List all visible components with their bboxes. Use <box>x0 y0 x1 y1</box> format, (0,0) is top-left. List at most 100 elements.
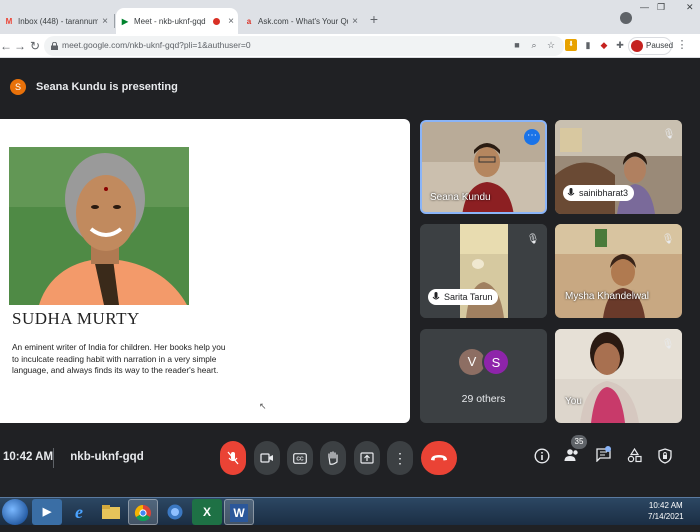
system-clock[interactable]: 10:42 AM 7/14/2021 <box>648 500 684 522</box>
more-options-button[interactable]: ⋯ <box>524 129 540 145</box>
activities-shapes-icon <box>627 447 642 463</box>
profile-avatar <box>631 40 643 52</box>
internet-explorer-icon[interactable]: e <box>64 499 94 525</box>
hang-up-icon <box>431 455 447 461</box>
presenting-banner: S Seana Kundu is presenting <box>0 72 700 106</box>
others-avatar: S <box>482 348 510 376</box>
mic-off-icon: 🎙︎ <box>661 339 675 350</box>
presentation-slide: SUDHA MURTY An eminent writer of India f… <box>0 119 410 423</box>
mouse-cursor-icon: ↖ <box>259 401 267 411</box>
meeting-time: 10:42 AM <box>3 451 54 463</box>
tab-search-icon[interactable] <box>620 12 632 24</box>
zoom-icon[interactable]: ⌕ <box>528 39 540 51</box>
tab-meet[interactable]: ▶ Meet - nkb-uknf-gqd × <box>116 8 238 34</box>
profile-paused-button[interactable]: Paused <box>628 37 674 55</box>
mic-off-icon: 🎙︎ <box>661 234 675 245</box>
reload-icon[interactable]: ↻ <box>30 38 40 54</box>
address-bar[interactable]: meet.google.com/nkb-uknf-gqd?pli=1&authu… <box>44 36 564 56</box>
clock-date: 7/14/2021 <box>648 512 684 521</box>
meeting-time-and-code: 10:42 AM nkb-uknf-gqd <box>3 451 144 463</box>
start-button[interactable] <box>2 499 28 525</box>
present-now-button[interactable] <box>354 441 380 475</box>
participant-name: Mysha Khandelwal <box>565 291 649 302</box>
clock-time: 10:42 AM <box>648 501 683 510</box>
browser-tab-strip: M Inbox (448) - tarannum@theindi × ▶ Mee… <box>0 0 700 34</box>
extension-red-icon[interactable]: ◆ <box>598 39 610 51</box>
gmail-icon: M <box>5 16 13 26</box>
more-options-button[interactable]: ⋮ <box>387 441 413 475</box>
tab-ask[interactable]: a Ask.com - What's Your Question × <box>240 8 362 34</box>
activities-button[interactable] <box>624 447 644 468</box>
meeting-code: nkb-uknf-gqd <box>70 451 144 463</box>
mic-icon <box>432 292 440 300</box>
file-explorer-icon[interactable] <box>96 499 126 525</box>
participant-name: Seana Kundu <box>430 192 491 203</box>
participant-tile-sarita[interactable]: 🎙︎ Sarita Tarun <box>420 224 547 318</box>
slide-title: SUDHA MURTY <box>12 309 140 328</box>
camera-icon <box>260 453 273 463</box>
leave-call-button[interactable] <box>421 441 457 475</box>
mic-toggle-button[interactable] <box>220 441 246 475</box>
others-count-label: 29 others <box>461 393 506 405</box>
more-vert-icon: ⋮ <box>393 450 407 466</box>
divider <box>53 448 54 468</box>
mic-icon <box>567 188 575 196</box>
close-icon[interactable]: × <box>98 16 112 27</box>
host-controls-button[interactable] <box>655 448 675 468</box>
participant-name: sainibharat3 <box>579 188 629 198</box>
word-icon[interactable]: W <box>224 499 254 525</box>
ask-icon: a <box>246 16 252 26</box>
app-globe-icon[interactable] <box>160 499 190 525</box>
chat-notification-dot <box>605 446 611 452</box>
close-icon[interactable]: × <box>348 16 362 27</box>
meeting-details-button[interactable] <box>532 448 552 468</box>
bookmark-star-icon[interactable]: ☆ <box>545 39 557 51</box>
tab-title: Ask.com - What's Your Question <box>258 16 348 26</box>
puzzle-extensions-icon[interactable]: ✚ <box>614 39 626 51</box>
tab-gmail[interactable]: M Inbox (448) - tarannum@theindi × <box>0 8 112 34</box>
presenting-label: Seana Kundu is presenting <box>36 81 178 93</box>
minimize-icon[interactable]: — <box>640 2 649 12</box>
participant-tile-others[interactable]: V S 29 others <box>420 329 547 423</box>
tab-title: Meet - nkb-uknf-gqd <box>134 16 206 26</box>
tab-divider <box>114 14 115 28</box>
closed-captions-icon: CC <box>293 452 307 464</box>
camera-toggle-button[interactable] <box>254 441 280 475</box>
close-icon[interactable]: × <box>224 16 238 27</box>
browser-toolbar: ← → ↻ meet.google.com/nkb-uknf-gqd?pli=1… <box>0 34 700 58</box>
camera-in-use-icon[interactable]: ■ <box>511 39 523 51</box>
people-icon <box>564 449 578 461</box>
mic-off-icon: 🎙︎ <box>662 129 676 140</box>
new-tab-button[interactable]: + <box>366 11 382 27</box>
close-window-icon[interactable]: ✕ <box>686 2 694 13</box>
windows-taskbar: ▶ e X W 10:42 AM 7/14/2021 <box>0 497 700 525</box>
excel-icon[interactable]: X <box>192 499 222 525</box>
people-button[interactable] <box>562 448 582 468</box>
meet-icon: ▶ <box>121 16 129 26</box>
participant-tile-sainibharat[interactable]: 🎙︎ sainibharat3 <box>555 120 682 214</box>
svg-text:CC: CC <box>296 456 304 462</box>
lock-icon <box>51 42 58 50</box>
participant-name-chip: sainibharat3 <box>563 185 635 201</box>
extension-icon[interactable]: ▮ <box>582 39 594 51</box>
restore-icon[interactable]: ❐ <box>657 2 665 13</box>
chrome-icon[interactable] <box>128 499 158 525</box>
participant-tile-mysha[interactable]: 🎙︎ Mysha Khandelwal <box>555 224 682 318</box>
url-text: meet.google.com/nkb-uknf-gqd?pli=1&authu… <box>62 40 251 50</box>
captions-button[interactable]: CC <box>287 441 313 475</box>
hand-icon <box>328 451 338 465</box>
participant-name: Sarita Tarun <box>444 292 493 302</box>
participant-tile-seana[interactable]: ⋯ Seana Kundu <box>420 120 547 214</box>
profile-status-label: Paused <box>646 41 674 50</box>
menu-kebab-icon[interactable]: ⋮ <box>676 39 688 51</box>
raise-hand-button[interactable] <box>320 441 346 475</box>
tab-title: Inbox (448) - tarannum@theindi <box>18 16 98 26</box>
extension-download-icon[interactable]: ⬇ <box>565 39 577 51</box>
back-icon[interactable]: ← <box>0 38 12 54</box>
media-player-icon[interactable]: ▶ <box>32 499 62 525</box>
participant-count-badge: 35 <box>571 435 587 449</box>
participant-tile-self[interactable]: 🎙︎ You <box>555 329 682 423</box>
self-name: You <box>565 396 582 407</box>
forward-icon[interactable]: → <box>14 38 26 54</box>
mic-off-icon: 🎙︎ <box>526 234 540 245</box>
